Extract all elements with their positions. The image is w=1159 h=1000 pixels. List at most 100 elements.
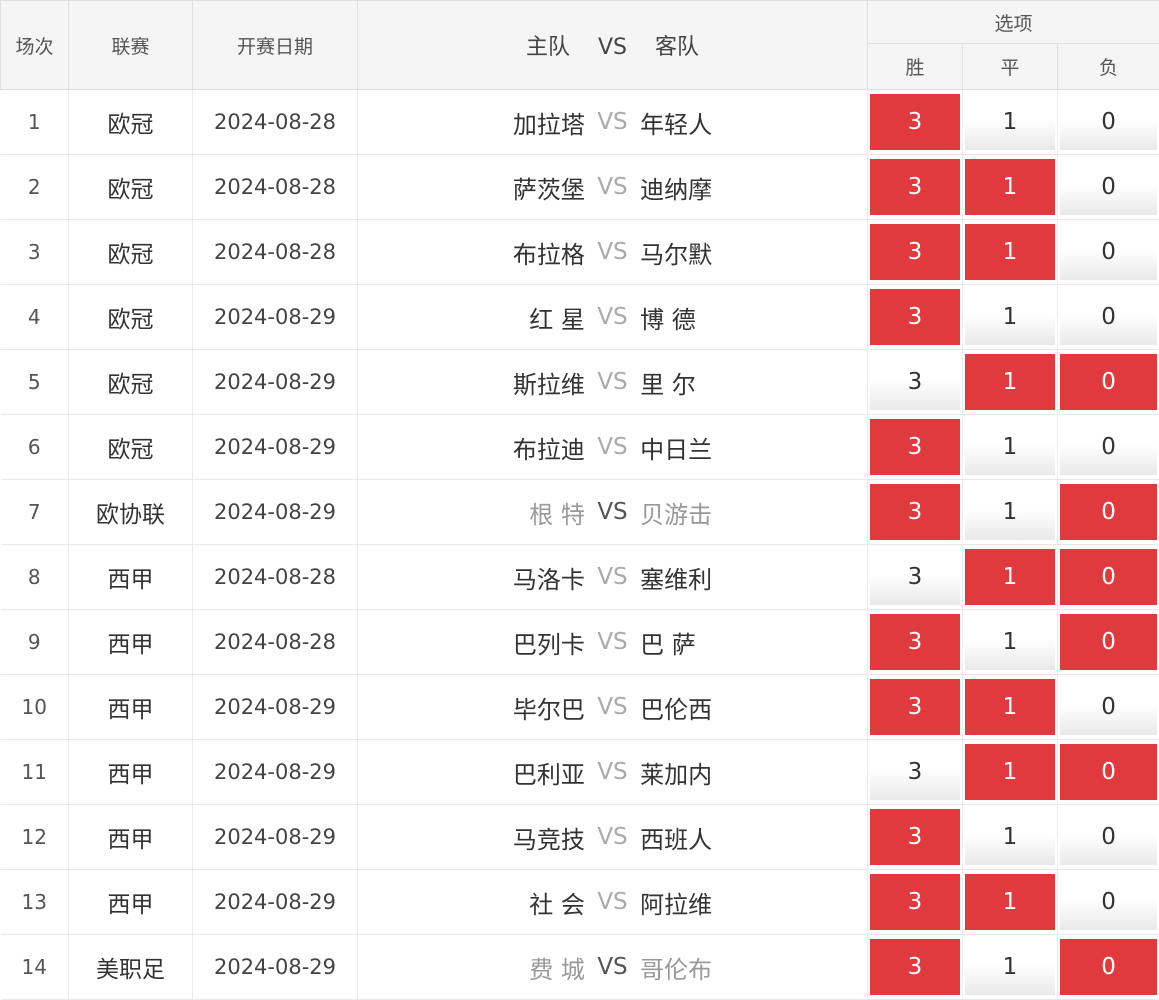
league-name: 西甲 (69, 870, 193, 935)
lose-cell: 0 (1058, 870, 1159, 935)
win-cell: 3 (868, 285, 963, 350)
win-option-button[interactable]: 3 (870, 809, 960, 865)
table-body: 1欧冠2024-08-28加拉塔VS年轻人3102欧冠2024-08-28萨茨堡… (1, 90, 1159, 1000)
win-option-button[interactable]: 3 (870, 484, 960, 540)
match-date: 2024-08-28 (193, 220, 358, 285)
home-team: 巴列卡 (358, 625, 585, 660)
header-win: 胜 (868, 44, 963, 90)
win-option-button[interactable]: 3 (870, 224, 960, 280)
win-cell: 3 (868, 740, 963, 805)
draw-option-button[interactable]: 1 (965, 939, 1055, 995)
home-team: 红 星 (358, 300, 585, 335)
lose-option-button[interactable]: 0 (1060, 419, 1157, 475)
lose-option-button[interactable]: 0 (1060, 549, 1157, 605)
draw-option-button[interactable]: 1 (965, 484, 1055, 540)
vs-label: VS (585, 369, 640, 395)
lose-option-button[interactable]: 0 (1060, 224, 1157, 280)
draw-option-button[interactable]: 1 (965, 354, 1055, 410)
away-team: 博 德 (640, 300, 867, 335)
draw-cell: 1 (963, 870, 1058, 935)
draw-cell: 1 (963, 415, 1058, 480)
win-option-button[interactable]: 3 (870, 419, 960, 475)
match-index: 8 (1, 545, 69, 610)
league-name: 西甲 (69, 610, 193, 675)
win-option-button[interactable]: 3 (870, 874, 960, 930)
away-team: 哥伦布 (640, 950, 867, 985)
lose-cell: 0 (1058, 545, 1159, 610)
match-index: 13 (1, 870, 69, 935)
draw-option-button[interactable]: 1 (965, 679, 1055, 735)
win-option-button[interactable]: 3 (870, 159, 960, 215)
draw-option-button[interactable]: 1 (965, 614, 1055, 670)
betting-table: 场次 联赛 开赛日期 主队 VS 客队 选项 胜 平 负 1欧冠2024-08-… (0, 0, 1159, 1000)
lose-option-button[interactable]: 0 (1060, 744, 1157, 800)
lose-option-button[interactable]: 0 (1060, 159, 1157, 215)
table-row: 12西甲2024-08-29马竞技VS西班人310 (1, 805, 1159, 870)
away-team: 里 尔 (640, 365, 867, 400)
lose-option-button[interactable]: 0 (1060, 614, 1157, 670)
match-date: 2024-08-29 (193, 350, 358, 415)
lose-option-button[interactable]: 0 (1060, 939, 1157, 995)
league-name: 西甲 (69, 675, 193, 740)
match-date: 2024-08-29 (193, 480, 358, 545)
draw-option-button[interactable]: 1 (965, 419, 1055, 475)
draw-option-button[interactable]: 1 (965, 289, 1055, 345)
lose-option-button[interactable]: 0 (1060, 289, 1157, 345)
lose-cell: 0 (1058, 675, 1159, 740)
header-match: 主队 VS 客队 (358, 1, 868, 90)
draw-option-button[interactable]: 1 (965, 549, 1055, 605)
draw-cell: 1 (963, 740, 1058, 805)
league-name: 欧冠 (69, 220, 193, 285)
win-option-button[interactable]: 3 (870, 549, 960, 605)
match-date: 2024-08-29 (193, 415, 358, 480)
win-cell: 3 (868, 870, 963, 935)
league-name: 欧冠 (69, 350, 193, 415)
draw-option-button[interactable]: 1 (965, 94, 1055, 150)
lose-option-button[interactable]: 0 (1060, 484, 1157, 540)
lose-option-button[interactable]: 0 (1060, 679, 1157, 735)
win-option-button[interactable]: 3 (870, 94, 960, 150)
vs-label: VS (585, 629, 640, 655)
win-option-button[interactable]: 3 (870, 289, 960, 345)
home-team: 社 会 (358, 885, 585, 920)
draw-option-button[interactable]: 1 (965, 224, 1055, 280)
league-name: 欧冠 (69, 415, 193, 480)
win-option-button[interactable]: 3 (870, 744, 960, 800)
win-cell: 3 (868, 155, 963, 220)
win-option-button[interactable]: 3 (870, 939, 960, 995)
lose-cell: 0 (1058, 90, 1159, 155)
match-teams: 红 星VS博 德 (358, 285, 868, 350)
lose-option-button[interactable]: 0 (1060, 809, 1157, 865)
match-teams: 斯拉维VS里 尔 (358, 350, 868, 415)
vs-label: VS (585, 889, 640, 915)
match-index: 4 (1, 285, 69, 350)
home-team: 斯拉维 (358, 365, 585, 400)
vs-label: VS (585, 499, 640, 525)
win-cell: 3 (868, 480, 963, 545)
draw-option-button[interactable]: 1 (965, 744, 1055, 800)
win-cell: 3 (868, 350, 963, 415)
header-idx: 场次 (1, 1, 69, 90)
lose-cell: 0 (1058, 350, 1159, 415)
draw-cell: 1 (963, 480, 1058, 545)
lose-option-button[interactable]: 0 (1060, 874, 1157, 930)
match-teams: 萨茨堡VS迪纳摩 (358, 155, 868, 220)
table-row: 8西甲2024-08-28马洛卡VS塞维利310 (1, 545, 1159, 610)
lose-option-button[interactable]: 0 (1060, 354, 1157, 410)
match-date: 2024-08-28 (193, 610, 358, 675)
draw-option-button[interactable]: 1 (965, 159, 1055, 215)
lose-option-button[interactable]: 0 (1060, 94, 1157, 150)
match-teams: 巴列卡VS巴 萨 (358, 610, 868, 675)
lose-cell: 0 (1058, 415, 1159, 480)
table-row: 11西甲2024-08-29巴利亚VS莱加内310 (1, 740, 1159, 805)
draw-option-button[interactable]: 1 (965, 874, 1055, 930)
win-option-button[interactable]: 3 (870, 354, 960, 410)
win-option-button[interactable]: 3 (870, 614, 960, 670)
home-team: 萨茨堡 (358, 170, 585, 205)
match-index: 1 (1, 90, 69, 155)
draw-option-button[interactable]: 1 (965, 809, 1055, 865)
home-team: 费 城 (358, 950, 585, 985)
match-index: 14 (1, 935, 69, 1000)
win-option-button[interactable]: 3 (870, 679, 960, 735)
draw-cell: 1 (963, 675, 1058, 740)
